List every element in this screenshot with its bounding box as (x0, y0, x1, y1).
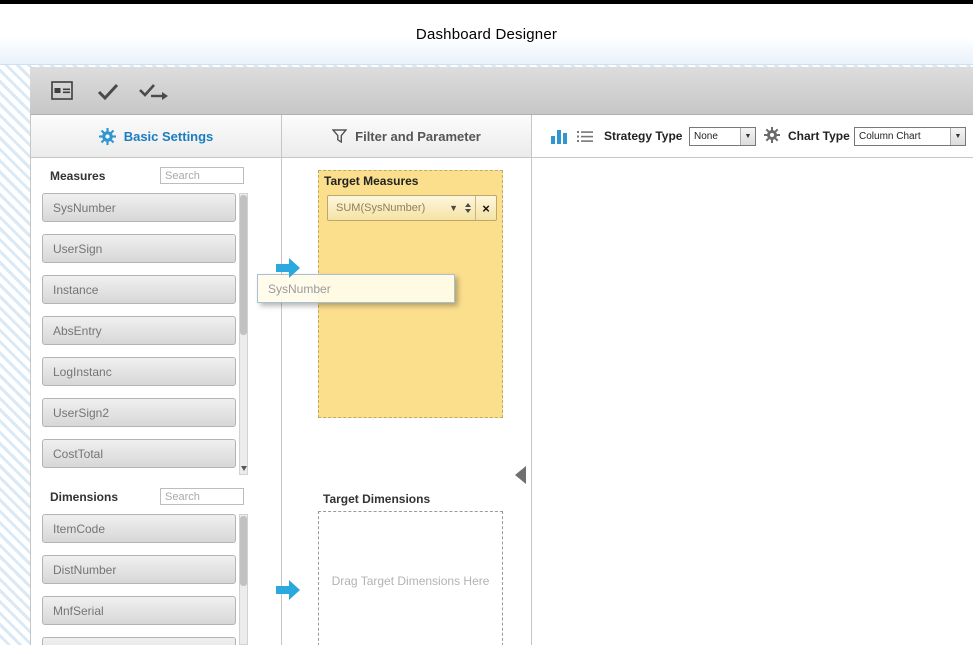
panel-view-button[interactable] (45, 74, 79, 108)
apply-button[interactable] (91, 74, 125, 108)
measure-item[interactable]: UserSign (42, 234, 236, 263)
dimension-item[interactable]: DistNumber (42, 555, 236, 584)
updown-icon (461, 203, 475, 213)
strategy-type-label: Strategy Type (604, 129, 682, 143)
chevron-down-icon: ▼ (446, 203, 461, 213)
chart-type-select[interactable]: Column Chart ▼ (854, 127, 966, 146)
collapse-left-icon[interactable] (515, 466, 526, 484)
list-icon (577, 130, 593, 143)
measure-item[interactable]: CostTotal (42, 439, 236, 468)
list-view-button[interactable] (577, 130, 593, 148)
measures-label: Measures (50, 169, 105, 183)
target-measures-label: Target Measures (324, 174, 418, 188)
chevron-down-icon: ▼ (740, 128, 755, 145)
tab-basic-settings-label: Basic Settings (124, 129, 214, 144)
remove-measure-button[interactable]: × (475, 196, 496, 220)
strategy-settings-button[interactable] (764, 127, 780, 148)
gear-icon (764, 127, 780, 143)
app-header: Dashboard Designer (0, 4, 973, 65)
chart-type-value: Column Chart (855, 131, 950, 142)
main-toolbar (30, 67, 973, 115)
tab-filter-and-parameter[interactable]: Filter and Parameter (282, 115, 532, 158)
dashboard-designer-screen: Dashboard Designer (0, 0, 973, 645)
scrollbar-thumb[interactable] (240, 516, 247, 586)
dimension-item[interactable] (42, 637, 236, 645)
measure-item[interactable]: UserSign2 (42, 398, 236, 427)
chart-type-label: Chart Type (788, 129, 850, 143)
drag-ghost-label: SysNumber (268, 282, 331, 296)
check-arrow-icon (138, 81, 170, 101)
dimension-item[interactable]: MnfSerial (42, 596, 236, 625)
measure-item[interactable]: Instance (42, 275, 236, 304)
chevron-down-icon: ▼ (950, 128, 965, 145)
arrow-right-icon[interactable] (276, 579, 300, 601)
chart-toolbar: Strategy Type None ▼ Chart Type Column C… (532, 115, 973, 158)
panel-icon (51, 81, 73, 100)
apply-and-continue-button[interactable] (137, 74, 171, 108)
tab-filter-and-parameter-label: Filter and Parameter (355, 129, 481, 144)
selected-measure-value: SUM(SysNumber) (328, 202, 446, 214)
funnel-icon (332, 129, 347, 143)
gear-icon (99, 128, 116, 145)
dimensions-scrollbar[interactable] (239, 514, 248, 645)
tab-basic-settings[interactable]: Basic Settings (30, 115, 282, 158)
column-chart-icon (550, 128, 568, 144)
arrow-right-icon[interactable] (276, 257, 300, 279)
scroll-down-icon[interactable] (240, 466, 247, 472)
measures-search-input[interactable] (160, 167, 244, 184)
dimensions-search-input[interactable] (160, 488, 244, 505)
strategy-type-value: None (690, 131, 740, 142)
measure-item[interactable]: LogInstanc (42, 357, 236, 386)
strategy-type-select[interactable]: None ▼ (689, 127, 756, 146)
page-title: Dashboard Designer (416, 26, 557, 43)
target-dimensions-label: Target Dimensions (323, 492, 430, 506)
target-dimensions-placeholder: Drag Target Dimensions Here (331, 574, 491, 645)
scrollbar-thumb[interactable] (240, 195, 247, 335)
measure-item[interactable]: SysNumber (42, 193, 236, 222)
target-dimensions-dropzone[interactable]: Drag Target Dimensions Here (318, 511, 503, 645)
measure-item[interactable]: AbsEntry (42, 316, 236, 345)
check-icon (96, 82, 120, 100)
chart-canvas (532, 158, 973, 645)
measures-scrollbar[interactable] (239, 193, 248, 475)
column-chart-view-button[interactable] (550, 128, 568, 149)
selected-measure-dropdown[interactable]: SUM(SysNumber) ▼ × (327, 195, 497, 221)
dimension-item[interactable]: ItemCode (42, 514, 236, 543)
dimensions-label: Dimensions (50, 490, 118, 504)
